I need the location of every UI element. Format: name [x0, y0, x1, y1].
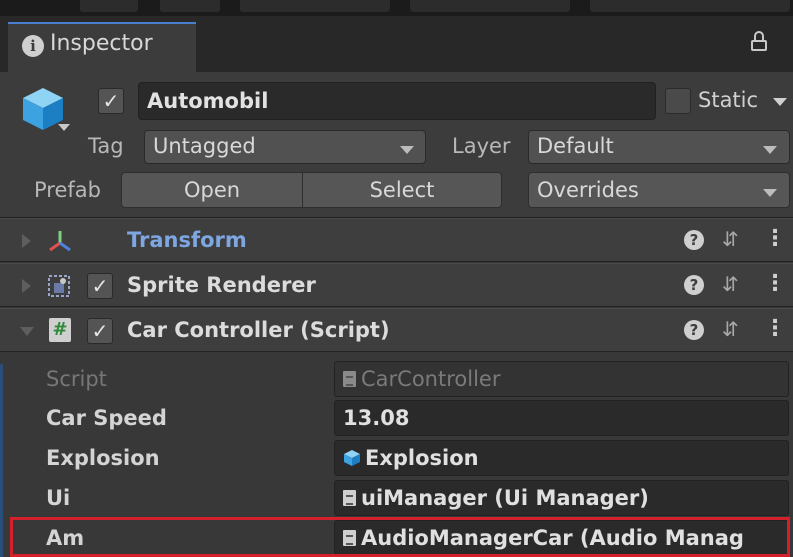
foldout-arrow-icon[interactable]	[20, 327, 34, 336]
toolbar-button[interactable]	[160, 0, 220, 12]
help-icon[interactable]: ?	[684, 275, 704, 295]
script-icon: #	[49, 318, 71, 342]
transform-icon	[49, 231, 71, 252]
component-header-sprite-renderer[interactable]: ✓ Sprite Renderer ? ⇵ ⋮	[0, 263, 793, 307]
ui-field[interactable]: uiManager (Ui Manager)	[334, 480, 789, 516]
top-toolbar-strip	[0, 0, 793, 16]
explosion-field[interactable]: Explosion	[334, 440, 789, 476]
script-field: CarController	[334, 361, 789, 397]
component-menu-icon[interactable]: ⋮	[764, 316, 786, 341]
active-checkbox[interactable]: ✓	[98, 88, 124, 114]
layer-label: Layer	[452, 134, 511, 158]
prefab-label: Prefab	[34, 178, 101, 202]
script-field-value: CarController	[361, 367, 501, 391]
ui-field-value: uiManager (Ui Manager)	[361, 486, 649, 510]
property-label-explosion: Explosion	[46, 446, 160, 470]
foldout-arrow-icon[interactable]	[22, 234, 31, 248]
property-label-ui: Ui	[46, 486, 71, 510]
component-header-transform[interactable]: Transform ? ⇵ ⋮	[0, 218, 793, 262]
component-enabled-checkbox[interactable]: ✓	[87, 318, 113, 344]
tag-label: Tag	[88, 134, 124, 158]
tag-dropdown-arrow[interactable]	[400, 146, 414, 154]
help-icon[interactable]: ?	[684, 320, 704, 340]
toolbar-button[interactable]	[410, 0, 570, 12]
overrides-dropdown-arrow[interactable]	[763, 189, 777, 197]
static-label[interactable]: Static	[698, 88, 758, 112]
layer-dropdown-arrow[interactable]	[763, 146, 777, 154]
static-checkbox[interactable]	[665, 88, 691, 114]
highlight-annotation-box	[10, 517, 790, 557]
prefab-overrides-dropdown[interactable]: Overrides	[528, 172, 790, 208]
toolbar-button[interactable]	[590, 0, 790, 12]
presets-icon[interactable]: ⇵	[722, 227, 739, 251]
script-file-icon	[343, 371, 356, 387]
presets-icon[interactable]: ⇵	[722, 317, 739, 341]
component-enabled-checkbox[interactable]: ✓	[87, 273, 113, 299]
component-title: Car Controller (Script)	[127, 318, 390, 342]
lock-body	[751, 40, 767, 51]
component-title: Transform	[127, 228, 247, 252]
prefab-cube-icon	[344, 450, 360, 466]
script-file-icon	[343, 490, 356, 506]
sprite-renderer-icon	[48, 275, 70, 297]
prefab-open-button[interactable]: Open	[121, 172, 303, 208]
gameobject-header: ✓ Automobil Static Tag Untagged Layer De…	[0, 72, 793, 218]
selection-margin	[0, 364, 3, 557]
presets-icon[interactable]: ⇵	[722, 272, 739, 296]
info-icon: i	[22, 35, 44, 57]
lock-icon[interactable]	[748, 30, 772, 54]
car-speed-field[interactable]: 13.08	[334, 400, 789, 436]
tag-dropdown[interactable]: Untagged	[144, 130, 426, 164]
tab-title: Inspector	[50, 31, 153, 56]
property-label-script: Script	[46, 367, 107, 391]
toolbar-button[interactable]	[80, 0, 138, 12]
foldout-arrow-icon[interactable]	[22, 279, 31, 293]
component-header-car-controller[interactable]: # ✓ Car Controller (Script) ? ⇵ ⋮	[0, 308, 793, 352]
component-title: Sprite Renderer	[127, 273, 316, 297]
layer-dropdown[interactable]: Default	[528, 130, 790, 164]
tab-inspector[interactable]: i Inspector	[8, 22, 196, 72]
icon-dropdown-arrow[interactable]	[58, 124, 70, 131]
component-menu-icon[interactable]: ⋮	[764, 226, 786, 251]
prefab-select-button[interactable]: Select	[302, 172, 502, 208]
help-icon[interactable]: ?	[684, 230, 704, 250]
property-label-car-speed: Car Speed	[46, 406, 167, 430]
explosion-field-value: Explosion	[365, 446, 479, 470]
static-dropdown-arrow[interactable]	[773, 98, 787, 106]
toolbar-button[interactable]	[240, 0, 390, 12]
gameobject-name-field[interactable]: Automobil	[138, 82, 656, 120]
component-menu-icon[interactable]: ⋮	[764, 271, 786, 296]
